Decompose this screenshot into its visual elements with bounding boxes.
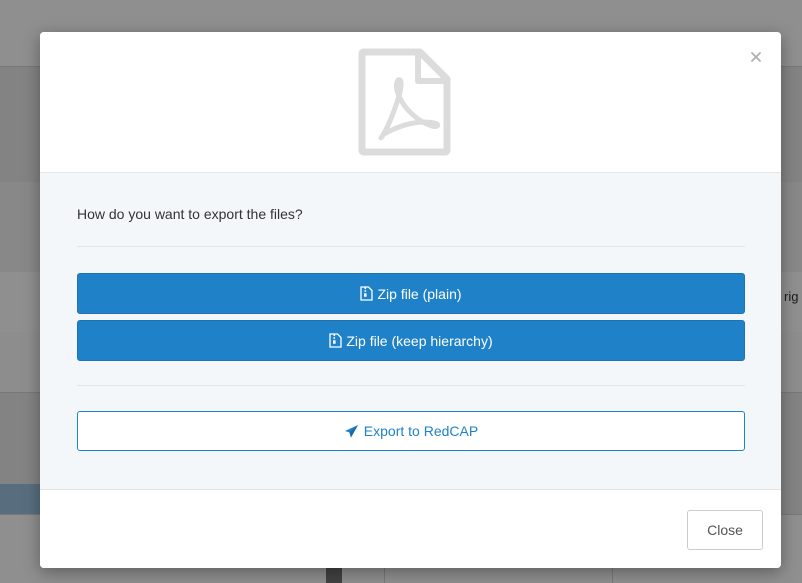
- divider: [77, 246, 745, 247]
- zip-plain-button[interactable]: Zip file (plain): [77, 273, 745, 314]
- modal-header: [40, 32, 781, 173]
- file-archive-icon: [329, 333, 343, 348]
- export-question: How do you want to export the files?: [77, 206, 303, 222]
- modal-footer: Close: [40, 490, 781, 568]
- zip-keep-hierarchy-button[interactable]: Zip file (keep hierarchy): [77, 320, 745, 361]
- export-to-redcap-label: Export to RedCAP: [363, 423, 479, 439]
- close-button[interactable]: Close: [687, 510, 763, 550]
- divider: [77, 385, 745, 386]
- export-to-redcap-button[interactable]: Export to RedCAP: [77, 411, 745, 451]
- paper-plane-icon: [344, 424, 358, 437]
- modal-body: How do you want to export the files? Zip…: [40, 173, 781, 490]
- close-icon[interactable]: [749, 50, 763, 64]
- file-archive-icon: [360, 286, 374, 301]
- zip-keep-hierarchy-label: Zip file (keep hierarchy): [346, 332, 493, 349]
- export-dialog: How do you want to export the files? Zip…: [40, 32, 781, 568]
- zip-plain-label: Zip file (plain): [377, 285, 462, 302]
- file-pdf-icon: [358, 48, 451, 156]
